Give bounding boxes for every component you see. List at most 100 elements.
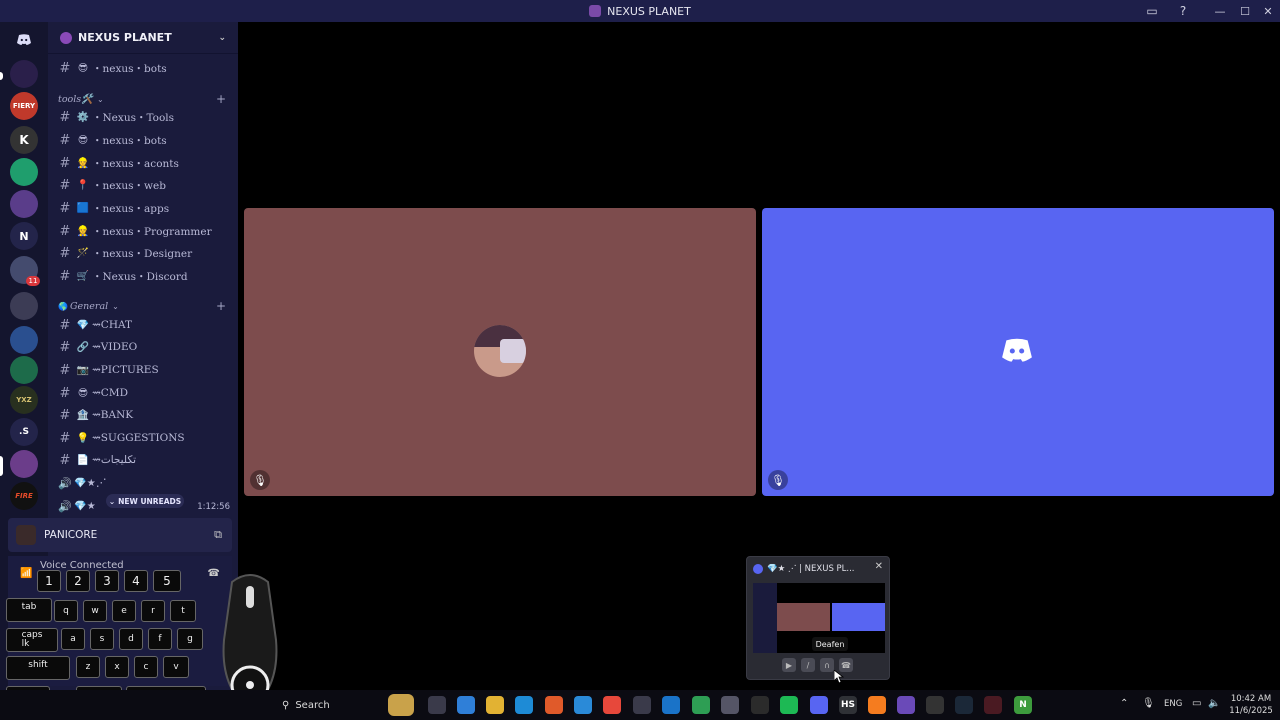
channel-item[interactable]: # 💎 ⇝CHAT (56, 315, 232, 335)
hash-icon: # (59, 60, 71, 76)
channel-emoji: 👷 (76, 157, 90, 169)
channel-item[interactable]: # 🪄 ・nexus・Designer (56, 243, 232, 263)
channel-item[interactable]: # 😎 ・nexus・bots (56, 130, 232, 150)
server-k-icon[interactable]: K (10, 126, 38, 154)
server-green-icon[interactable] (10, 158, 38, 186)
clock[interactable]: 10:42 AM 11/6/2025 (1226, 693, 1276, 717)
globe-icon: 🌎 (58, 301, 68, 311)
key-caps-lock: caps lk (6, 628, 58, 652)
server-blue-icon[interactable] (10, 326, 38, 354)
clock-time: 10:42 AM (1230, 694, 1272, 704)
headphones-icon[interactable]: ∩ (820, 658, 834, 672)
key-c: c (134, 656, 158, 678)
task-view-icon[interactable] (428, 696, 446, 714)
window-title: NEXUS PLANET (0, 0, 1280, 22)
channel-label: ⇝PICTURES (92, 364, 159, 376)
hash-icon: # (59, 362, 71, 378)
steam-icon[interactable] (955, 696, 973, 714)
search-highlight-icon[interactable] (388, 694, 414, 716)
camera-icon[interactable]: ▶ (782, 658, 796, 672)
channel-item[interactable]: # 🟦 ・nexus・apps (56, 198, 232, 218)
network-icon[interactable]: ▭ (1192, 698, 1201, 709)
screen-share-icon[interactable]: ⧉ (214, 528, 222, 542)
discord-home-icon[interactable] (10, 26, 38, 54)
chrome-icon[interactable] (603, 696, 621, 714)
server-yxz-icon[interactable]: YXZ (10, 386, 38, 414)
copilot-icon[interactable] (457, 696, 475, 714)
discord-icon[interactable] (810, 696, 828, 714)
app-dark-icon[interactable] (751, 696, 769, 714)
channel-item[interactable]: # 📄 ⇝تكليجات (56, 450, 232, 470)
outlook-icon[interactable] (662, 696, 680, 714)
channel-label: ・Nexus・Tools (92, 111, 175, 124)
server-fire-icon[interactable]: FIRE (10, 482, 38, 510)
app-maroon-icon[interactable] (984, 696, 1002, 714)
search-placeholder: Search (295, 699, 330, 711)
hs-icon[interactable]: HS (839, 696, 857, 714)
channel-item[interactable]: # 👷 ・nexus・Programmer (56, 221, 232, 241)
brave-icon[interactable] (545, 696, 563, 714)
language-indicator[interactable]: ENG (1164, 699, 1182, 709)
minimize-button[interactable]: — (1208, 0, 1232, 22)
edge-icon[interactable] (515, 696, 533, 714)
video-tile-bot[interactable]: 🎙 (762, 208, 1274, 496)
video-tile-user[interactable]: 🎙 (244, 208, 756, 496)
vscode-icon[interactable] (574, 696, 592, 714)
mic-icon[interactable]: 🎙 (1142, 698, 1155, 709)
app-purple-icon[interactable] (897, 696, 915, 714)
server-purple-icon[interactable] (10, 450, 38, 478)
chevron-up-icon[interactable]: ⌃ (1120, 698, 1128, 709)
channel-label: ⇝BANK (92, 409, 134, 421)
help-icon[interactable]: ? (1175, 3, 1191, 19)
mic-icon[interactable]: / (801, 658, 815, 672)
channel-label: ⇝CMD (92, 387, 129, 399)
key-q: q (54, 600, 78, 622)
channel-item[interactable]: # 👷 ・nexus・aconts (56, 153, 232, 173)
channel-item[interactable]: # 💡 ⇝SUGGESTIONS (56, 428, 232, 448)
channel-item[interactable]: # 🔗 ⇝VIDEO (56, 337, 232, 357)
hash-icon: # (59, 317, 71, 333)
notepad-plus-icon[interactable]: N (1014, 696, 1032, 714)
mic-muted-icon: 🎙 (768, 470, 788, 490)
close-button[interactable]: ✕ (1256, 0, 1280, 22)
volume-icon[interactable]: 🔈 (1208, 698, 1220, 709)
server-header[interactable]: NEXUS PLANET ⌄ (48, 22, 238, 54)
server-dots-icon[interactable]: .S (10, 418, 38, 446)
channel-item[interactable]: # 😎 ・nexus・bots (56, 58, 232, 78)
key-s: s (90, 628, 114, 650)
server-z-icon[interactable] (10, 356, 38, 384)
settings-icon[interactable] (721, 696, 739, 714)
store-icon[interactable] (633, 696, 651, 714)
add-channel-icon[interactable]: + (216, 92, 226, 106)
maximize-button[interactable]: ☐ (1233, 0, 1257, 22)
channel-item[interactable]: # 😎 ⇝CMD (56, 383, 232, 403)
channel-emoji: 📍 (76, 179, 90, 191)
server-anime-icon[interactable] (10, 292, 38, 320)
new-unreads-badge[interactable]: ⌄ NEW UNREADS (106, 494, 184, 508)
server-icon[interactable] (10, 60, 38, 88)
user-panel[interactable]: PANICORE ⧉ (8, 518, 232, 552)
channel-item[interactable]: # 📷 ⇝PICTURES (56, 360, 232, 380)
taskbar-preview-popup[interactable]: 💎★ ⋰ | NEXUS PL... ✕ (746, 556, 890, 680)
visual-studio-icon[interactable] (692, 696, 710, 714)
channel-label: ⇝تكليجات (92, 454, 137, 466)
server-n-icon[interactable]: N (10, 222, 38, 250)
channel-item[interactable]: # ⚙️ ・Nexus・Tools (56, 107, 232, 127)
add-channel-icon[interactable]: + (216, 299, 226, 313)
obs-icon[interactable] (926, 696, 944, 714)
channel-item[interactable]: # 🛒 ・Nexus・Discord (56, 266, 232, 286)
key-g: g (177, 628, 203, 650)
server-fiery-icon[interactable]: FIERY (10, 92, 38, 120)
server-wings-icon[interactable] (10, 190, 38, 218)
category-tools[interactable]: tools🛠️ ⌄ + (58, 92, 228, 106)
inbox-icon[interactable]: ▭ (1144, 3, 1160, 19)
category-general[interactable]: 🌎 General ⌄ + (58, 299, 228, 313)
channel-item[interactable]: # 📍 ・nexus・web (56, 175, 232, 195)
channel-item[interactable]: # 🏦 ⇝BANK (56, 405, 232, 425)
spotify-icon[interactable] (780, 696, 798, 714)
xampp-icon[interactable] (868, 696, 886, 714)
file-explorer-icon[interactable] (486, 696, 504, 714)
voice-channel-item[interactable]: 🔊 💎★ ⋰ (56, 473, 232, 493)
hash-icon: # (59, 245, 71, 261)
close-icon[interactable]: ✕ (875, 561, 883, 572)
